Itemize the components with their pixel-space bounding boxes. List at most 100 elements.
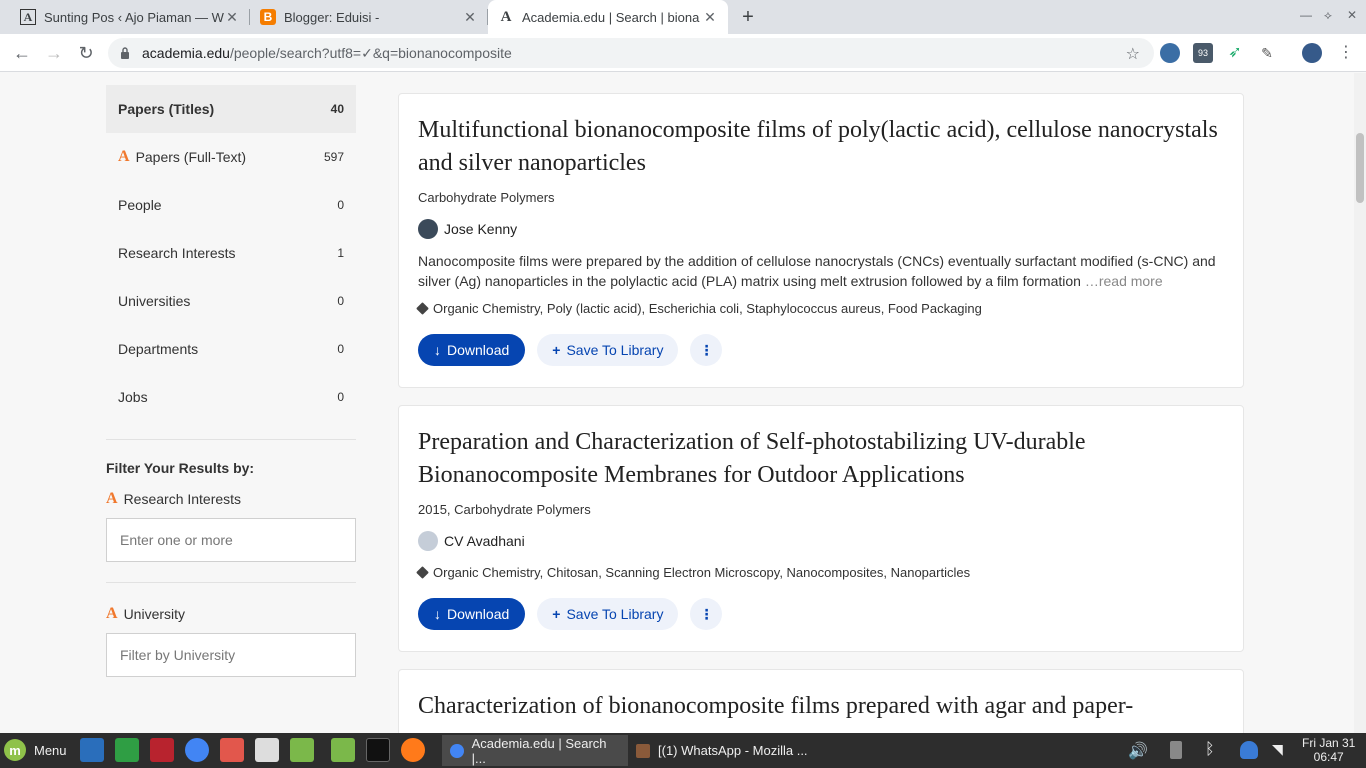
url-text: academia.edu/people/search?utf8=✓&q=bion… [142, 44, 512, 61]
sidebar-item-departments[interactable]: Departments 0 [106, 325, 356, 373]
chrome-icon [450, 743, 464, 758]
start-menu-button[interactable]: m Menu [4, 739, 67, 761]
extension-icon[interactable] [1160, 43, 1180, 63]
save-to-library-button[interactable]: + Save To Library [537, 334, 679, 366]
filter-label-research-interests: A Research Interests [106, 490, 242, 507]
browser-toolbar: ← → ↻ academia.edu/people/search?utf8=✓&… [0, 34, 1366, 72]
paper-title-link[interactable]: Preparation and Characterization of Self… [418, 426, 1224, 492]
badge-extension-icon[interactable]: 93 [1193, 43, 1213, 63]
result-card: Multifunctional bionanocomposite films o… [398, 93, 1244, 388]
tag-icon [416, 566, 429, 579]
divider [106, 582, 356, 583]
read-more-link[interactable]: …read more [1085, 273, 1163, 289]
university-filter-input[interactable] [106, 633, 356, 677]
terminal-icon[interactable] [366, 738, 390, 762]
paper-journal: Carbohydrate Polymers [418, 190, 555, 205]
writer-icon[interactable] [80, 738, 104, 762]
browser-tab-academia[interactable]: A Academia.edu | Search | biona ✕ [488, 0, 728, 34]
sidebar-item-papers-fulltext[interactable]: A Papers (Full-Text) 597 [106, 133, 356, 181]
more-options-button[interactable]: ⋮ [690, 334, 723, 366]
bluetooth-icon[interactable]: ᛒ [1205, 741, 1223, 759]
wordpress-icon: A [20, 9, 36, 25]
volume-icon[interactable]: 🔊 [1128, 741, 1148, 760]
mendeley-icon[interactable] [150, 738, 174, 762]
page-content: Papers (Titles) 40 A Papers (Full-Text) 5… [0, 73, 1354, 733]
tag-icon [416, 302, 429, 315]
lock-icon [121, 47, 129, 59]
eyedropper-icon[interactable]: ✎ [1257, 43, 1277, 63]
restore-icon[interactable]: ⟡ [1324, 8, 1332, 23]
download-button[interactable]: ↓ Download [418, 598, 526, 630]
result-actions: ↓ Download + Save To Library ⋮ [418, 334, 1224, 366]
new-tab-button[interactable]: + [736, 5, 760, 29]
app-launcher-icon[interactable] [220, 738, 244, 762]
download-button[interactable]: ↓ Download [418, 334, 526, 366]
minimize-icon[interactable]: — [1300, 8, 1312, 22]
taskbar-item-chrome[interactable]: Academia.edu | Search |... [442, 735, 628, 766]
academia-icon: A [500, 8, 512, 25]
address-bar[interactable]: academia.edu/people/search?utf8=✓&q=bion… [108, 38, 1154, 68]
clock[interactable]: Fri Jan 31 06:47 [1302, 736, 1355, 764]
close-tab-icon[interactable]: ✕ [224, 9, 240, 26]
sidebar-item-research-interests[interactable]: Research Interests 1 [106, 229, 356, 277]
author-link[interactable]: Jose Kenny [418, 219, 1224, 239]
chrome-icon[interactable] [185, 738, 209, 762]
blogger-icon: B [260, 9, 276, 25]
reload-icon[interactable]: ↻ [74, 42, 98, 64]
save-to-library-button[interactable]: + Save To Library [537, 598, 679, 630]
back-arrow-icon[interactable]: ← [10, 42, 34, 64]
paper-journal: 2015, Carbohydrate Polymers [418, 502, 591, 517]
whatsapp-tab-icon [636, 743, 650, 758]
sidebar-item-people[interactable]: People 0 [106, 181, 356, 229]
os-taskbar: m Menu Academia.edu | Search |... [(1) W… [0, 733, 1366, 768]
bookmark-star-icon[interactable]: ☆ [1126, 44, 1140, 64]
taskbar-item-firefox[interactable]: [(1) WhatsApp - Mozilla ... [628, 735, 828, 766]
paper-title-link[interactable]: Multifunctional bionanocomposite films o… [418, 114, 1224, 180]
download-arrow-icon: ↓ [434, 342, 441, 358]
avatar [418, 531, 438, 551]
paper-title-link[interactable]: Characterization of bionanocomposite fil… [418, 690, 1224, 723]
filter-heading: Filter Your Results by: [106, 460, 255, 476]
scrollbar-thumb[interactable] [1356, 133, 1364, 203]
divider [106, 439, 356, 440]
inkscape-icon[interactable] [255, 738, 279, 762]
folder-icon[interactable] [331, 738, 355, 762]
folder-icon[interactable] [290, 738, 314, 762]
search-sidebar: Papers (Titles) 40 A Papers (Full-Text) 5… [106, 85, 356, 677]
academia-logo-icon: A [106, 605, 118, 622]
academia-logo-icon: A [118, 148, 130, 165]
browser-tab-strip: A Sunting Pos ‹ Ajo Piaman — W ✕ B Blogg… [0, 0, 1366, 34]
page-scrollbar[interactable] [1354, 73, 1366, 733]
sidebar-item-jobs[interactable]: Jobs 0 [106, 373, 356, 421]
paper-tags: Organic Chemistry, Poly (lactic acid), E… [416, 301, 1224, 316]
close-window-icon[interactable]: ✕ [1347, 8, 1357, 22]
result-actions: ↓ Download + Save To Library ⋮ [418, 598, 1224, 630]
calc-icon[interactable] [115, 738, 139, 762]
sidebar-item-papers-titles[interactable]: Papers (Titles) 40 [106, 85, 356, 133]
download-arrow-icon: ↓ [434, 606, 441, 622]
close-tab-icon[interactable]: ✕ [702, 9, 718, 26]
research-interests-input[interactable] [106, 518, 356, 562]
result-card: Characterization of bionanocomposite fil… [398, 669, 1244, 733]
browser-tab-wordpress[interactable]: A Sunting Pos ‹ Ajo Piaman — W ✕ [10, 0, 250, 34]
avatar [418, 219, 438, 239]
more-menu-icon[interactable]: ⋮ [1336, 43, 1356, 63]
browser-tab-blogger[interactable]: B Blogger: Eduisi - ✕ [250, 0, 488, 34]
profile-avatar[interactable] [1302, 43, 1322, 63]
sidebar-item-universities[interactable]: Universities 0 [106, 277, 356, 325]
update-shield-icon[interactable] [1240, 741, 1258, 759]
filter-label-university: A University [106, 605, 186, 622]
usb-icon[interactable] [1170, 741, 1182, 759]
forward-arrow-icon[interactable]: → [42, 42, 66, 64]
more-options-button[interactable]: ⋮ [690, 598, 723, 630]
academia-logo-icon: A [106, 490, 118, 507]
wifi-icon[interactable]: ◥ [1272, 741, 1290, 759]
result-card: Preparation and Characterization of Self… [398, 405, 1244, 652]
paper-tags: Organic Chemistry, Chitosan, Scanning El… [416, 565, 1224, 580]
extension-icon[interactable]: ➶ [1225, 43, 1245, 63]
author-link[interactable]: CV Avadhani [418, 531, 1224, 551]
plus-icon: + [552, 606, 561, 622]
plus-icon: + [552, 342, 561, 358]
close-tab-icon[interactable]: ✕ [462, 9, 478, 26]
firefox-icon[interactable] [401, 738, 425, 762]
